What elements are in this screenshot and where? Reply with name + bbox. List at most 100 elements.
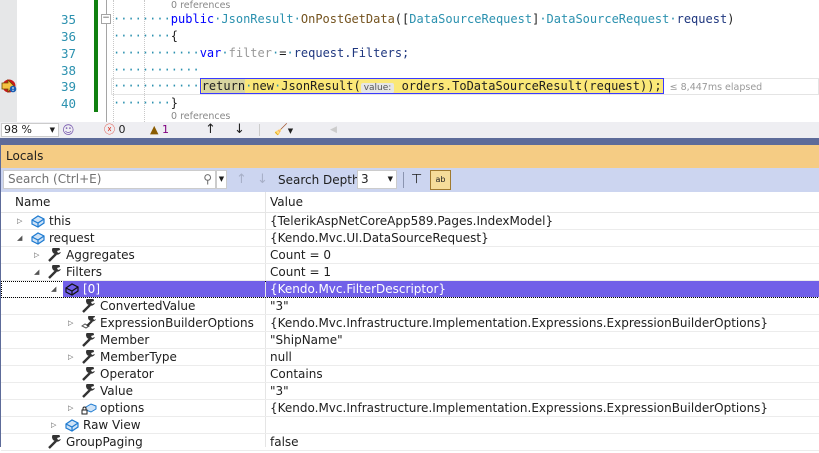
wrench-object-icon (81, 314, 97, 330)
variable-name: ConvertedValue (100, 299, 196, 313)
table-row[interactable]: ◢ request {Kendo.Mvc.UI.DataSourceRequest} (1, 230, 819, 247)
variable-name: Value (100, 384, 133, 398)
find-next-arrow-icon[interactable]: ↓ (257, 168, 268, 192)
locals-window-title: Locals (0, 145, 819, 168)
current-statement-arrow-icon (1, 79, 17, 93)
warnings-button[interactable]: ▲ 1 (150, 122, 169, 138)
table-row[interactable]: Member "ShipName" (1, 331, 819, 349)
variable-value[interactable]: "ShipName" (266, 332, 819, 348)
search-options-dropdown[interactable]: ▼ (216, 170, 227, 189)
scroll-left-icon[interactable]: ◀ (330, 122, 337, 138)
line-number: 38 (60, 63, 76, 78)
code-line-36[interactable]: ········{ (113, 28, 178, 45)
variable-value[interactable]: null (266, 349, 819, 365)
search-depth-dropdown[interactable]: 3 ▼ (357, 170, 397, 189)
panel-splitter[interactable] (0, 138, 819, 145)
collapse-triangle-icon[interactable]: ◢ (17, 230, 25, 246)
wrench-icon (81, 365, 97, 381)
perf-tip[interactable]: ≤ 8,447ms elapsed (670, 82, 763, 93)
object-icon (64, 418, 80, 432)
variable-value[interactable]: {Kendo.Mvc.UI.DataSourceRequest} (266, 230, 819, 246)
object-icon (64, 282, 80, 296)
line-number: 40 (60, 96, 76, 111)
variable-value[interactable]: false (266, 434, 819, 450)
column-header-value[interactable]: Value (270, 192, 303, 213)
variable-value[interactable]: {Kendo.Mvc.Infrastructure.Implementation… (266, 315, 819, 331)
table-row[interactable]: Value "3" (1, 382, 819, 400)
expand-triangle-icon[interactable]: ▷ (68, 315, 76, 331)
line-number: 37 (60, 46, 76, 61)
table-row[interactable]: ◢ [0] {Kendo.Mvc.FilterDescriptor} (1, 281, 819, 298)
line-number: 36 (60, 29, 76, 44)
table-row[interactable]: ConvertedValue "3" (1, 297, 819, 315)
column-header-name[interactable]: Name (15, 192, 50, 213)
variable-name: options (100, 401, 145, 415)
object-icon (30, 231, 46, 245)
locals-toolbar: Search (Ctrl+E) ⚲ ▼ ↑ ↓ Search Depth: 3 ▼ … (0, 168, 819, 192)
separator (259, 124, 260, 136)
code-line-35[interactable]: ········public·JsonResult·OnPostGetData(… (113, 11, 734, 28)
expand-triangle-icon[interactable]: ▷ (51, 417, 59, 433)
table-row[interactable]: ▷ Raw View (1, 417, 819, 434)
variable-value[interactable] (266, 417, 819, 433)
variable-value[interactable]: Count = 1 (266, 264, 819, 280)
variable-value[interactable]: {Kendo.Mvc.FilterDescriptor} (266, 281, 819, 297)
intellicode-icon[interactable]: ☺ (62, 122, 75, 138)
search-icon[interactable]: ⚲ (203, 171, 212, 188)
variable-name: request (49, 231, 95, 245)
change-tracking-bar (94, 0, 98, 112)
variable-value[interactable]: Contains (266, 366, 819, 382)
code-line-38[interactable]: ············ (113, 62, 200, 79)
code-line-40[interactable]: ········} (113, 95, 178, 112)
table-row[interactable]: ▷ Aggregates Count = 0 (1, 246, 819, 264)
wrench-icon (81, 297, 97, 313)
parameter-name-hint: value: (360, 83, 395, 93)
previous-issue-arrow-icon[interactable]: ↑ (205, 122, 216, 138)
breakpoint-margin[interactable] (0, 0, 17, 122)
next-issue-arrow-icon[interactable]: ↓ (234, 122, 245, 138)
table-row[interactable]: ▷ MemberType null (1, 348, 819, 366)
wrench-icon (81, 382, 97, 398)
variable-name: Filters (66, 265, 102, 279)
collapse-triangle-icon[interactable]: ◢ (34, 264, 42, 280)
code-lens-references[interactable]: 0 references (171, 0, 231, 11)
variable-name: MemberType (100, 350, 177, 364)
search-input[interactable]: Search (Ctrl+E) ⚲ (3, 170, 216, 189)
variable-value[interactable]: {Kendo.Mvc.Infrastructure.Implementation… (266, 400, 819, 416)
code-line-37[interactable]: ············var·filter·=·request.Filters… (113, 45, 409, 62)
table-row[interactable]: ▷ this {TelerikAspNetCoreApp589.Pages.Inde… (1, 213, 819, 230)
chevron-down-icon: ▼ (49, 126, 55, 134)
variable-value[interactable]: "3" (266, 383, 819, 399)
variable-name: Aggregates (66, 248, 135, 262)
errors-button[interactable]: ⓧ 0 (104, 122, 126, 138)
expand-triangle-icon[interactable]: ▷ (17, 213, 25, 229)
variable-value[interactable]: {TelerikAspNetCoreApp589.Pages.IndexMode… (266, 213, 819, 229)
find-previous-arrow-icon[interactable]: ↑ (236, 168, 247, 192)
collapse-triangle-icon[interactable]: ◢ (51, 281, 59, 297)
code-line-39[interactable]: ············ return·new·JsonResult(value:… (113, 78, 762, 95)
variable-value[interactable]: "3" (266, 298, 819, 314)
expand-triangle-icon[interactable]: ▷ (68, 349, 76, 365)
line-number: 35 (60, 12, 76, 27)
expand-triangle-icon[interactable]: ▷ (34, 247, 42, 263)
variable-value[interactable]: Count = 0 (266, 247, 819, 263)
pin-icon[interactable]: ⊤ (411, 168, 422, 192)
hex-display-toggle-icon[interactable]: ab (430, 170, 451, 190)
wrench-icon (81, 331, 97, 347)
code-editor[interactable]: 0 references 35 36 37 38 39 40 − ·······… (0, 0, 819, 122)
wrench-icon (47, 246, 63, 262)
table-row[interactable]: GroupPaging false (1, 433, 819, 451)
code-cleanup-broom-icon[interactable]: 🧹▼ (274, 122, 293, 138)
code-lens-references[interactable]: 0 references (171, 111, 231, 122)
variable-name: Raw View (83, 418, 141, 432)
expand-triangle-icon[interactable]: ▷ (68, 400, 76, 416)
zoom-dropdown[interactable]: 98 % ▼ (1, 123, 59, 137)
locals-grid[interactable]: Name Value ▷ this {TelerikAspNetCoreApp589… (0, 192, 819, 451)
collapse-region-button[interactable]: − (101, 14, 111, 24)
table-row[interactable]: Operator Contains (1, 365, 819, 383)
table-row[interactable]: ▷ options {Kendo.Mvc.Infrastructure.Implem… (1, 400, 819, 417)
table-row[interactable]: ▷ ExpressionBuilderOptions {Kendo.Mvc.Infr… (1, 314, 819, 332)
grid-header: Name Value (1, 192, 819, 213)
table-row[interactable]: ◢ Filters Count = 1 (1, 263, 819, 281)
error-icon: ⓧ (104, 123, 115, 136)
